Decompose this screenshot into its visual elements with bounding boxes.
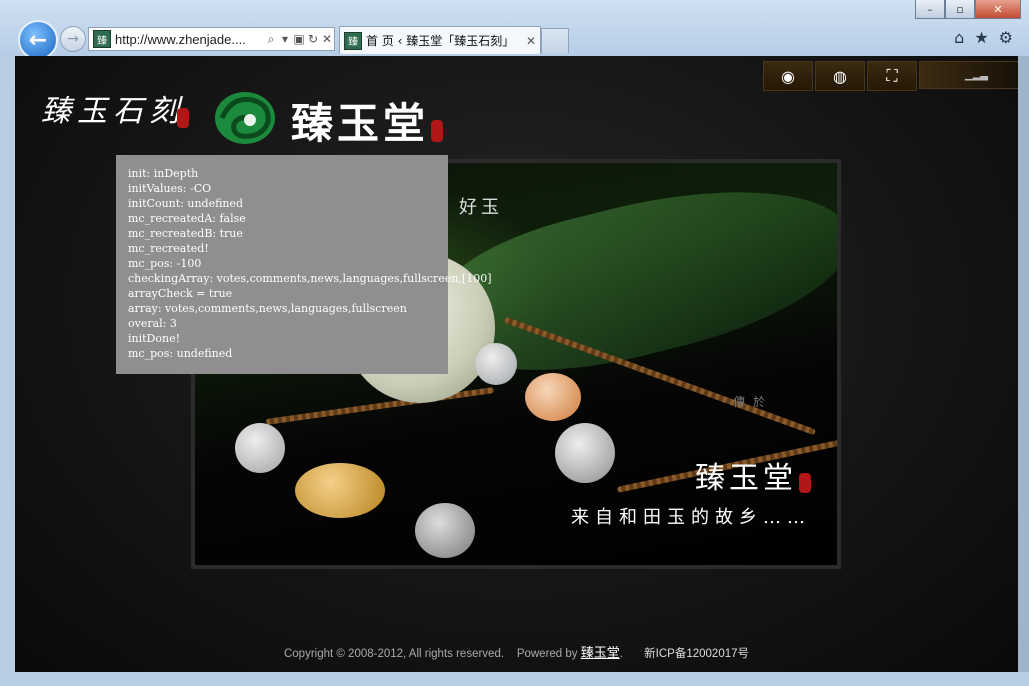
address-bar[interactable]: 臻 http://www.zhenjade.... ⌕ ▾ ▣ ↻ ✕ [88, 27, 335, 51]
brand-left-title: 臻玉石刻 [41, 94, 185, 129]
debug-line: initValues: -CO [128, 182, 212, 195]
back-button[interactable]: ← [18, 20, 58, 60]
debug-line: init: inDepth [128, 167, 199, 180]
dropdown-icon[interactable]: ▾ [278, 32, 292, 46]
new-tab-button[interactable] [541, 28, 569, 53]
debug-line: mc_recreated! [128, 242, 209, 255]
seal-icon [431, 120, 443, 142]
banner-faint-text: 傳 於 [733, 395, 767, 409]
bead [235, 423, 285, 473]
star-icon[interactable]: ★ [974, 28, 988, 47]
forward-button[interactable]: → [60, 26, 86, 52]
volume-bars-icon: ▁▂▃ [964, 69, 988, 81]
banner-small-text: 好玉 [459, 197, 503, 218]
forward-arrow-icon: → [67, 31, 79, 47]
window-frame-bottom [0, 672, 1029, 686]
rss-button[interactable]: ◉ [763, 61, 813, 91]
debug-line: mc_pos: undefined [128, 347, 233, 360]
powered-by-link[interactable]: 臻玉堂 [581, 645, 620, 660]
seal-icon [177, 108, 189, 128]
browser-tab[interactable]: 臻 首 页 ‹ 臻玉堂「臻玉石刻」 ✕ [339, 26, 541, 54]
brand-main-title[interactable]: 臻玉堂 [291, 90, 429, 151]
bead [525, 373, 581, 421]
icp-link[interactable]: 新ICP备12002017号 [644, 648, 749, 660]
globe-icon: ◍ [833, 66, 847, 86]
compat-icon[interactable]: ▣ [292, 32, 306, 46]
bead [295, 463, 385, 518]
footer: Copyright © 2008-2012, All rights reserv… [15, 642, 1018, 661]
banner-slogan: 来自和田玉的故乡…… [571, 507, 811, 528]
tab-favicon-icon: 臻 [344, 31, 362, 50]
maximize-button[interactable]: ▫ [945, 0, 975, 19]
debug-line: overal: 3 [128, 317, 177, 330]
debug-line: mc_recreatedA: false [128, 212, 246, 225]
debug-line: mc_pos: -100 [128, 257, 202, 270]
home-icon[interactable]: ⌂ [954, 28, 964, 47]
debug-line: arrayCheck = true [128, 287, 233, 300]
search-icon[interactable]: ⌕ [264, 32, 278, 47]
debug-line: initCount: undefined [128, 197, 244, 210]
debug-line: array: votes,comments,news,languages,ful… [128, 302, 407, 315]
fullscreen-icon: ⛶ [886, 66, 898, 85]
bead [555, 423, 615, 483]
volume-button[interactable]: ▁▂▃ [919, 61, 1018, 89]
copyright-text: Copyright © 2008-2012, All rights reserv… [283, 648, 505, 660]
address-url[interactable]: http://www.zhenjade.... [115, 32, 264, 47]
site-toolbar: ◉ ◍ ⛶ ▁▂▃ [763, 61, 1018, 91]
window-buttons: – ▫ ✕ [915, 0, 1021, 19]
seal-icon [799, 473, 811, 493]
tab-close-icon[interactable]: ✕ [522, 34, 540, 48]
powered-by-text: Powered by [516, 648, 578, 660]
window-frame-right [1018, 56, 1029, 672]
back-arrow-icon: ← [28, 27, 48, 53]
minimize-button[interactable]: – [915, 0, 945, 19]
globe-button[interactable]: ◍ [815, 61, 865, 91]
footer-period: . [619, 648, 623, 660]
rss-icon: ◉ [781, 66, 795, 86]
stop-icon[interactable]: ✕ [320, 32, 334, 46]
gear-icon[interactable]: ⚙ [999, 28, 1013, 47]
debug-line: mc_recreatedB: true [128, 227, 243, 240]
refresh-icon[interactable]: ↻ [306, 32, 320, 46]
banner-brand: 臻玉堂 [695, 461, 797, 496]
page-content: ◉ ◍ ⛶ ▁▂▃ 臻玉石刻 臻玉堂 好玉 傳 於 臻玉堂 来自和田玉的故乡……… [15, 56, 1018, 672]
logo-icon[interactable] [212, 88, 278, 146]
browser-tools: ⌂ ★ ⚙ [954, 28, 1013, 47]
browser-chrome: – ▫ ✕ ← → 臻 http://www.zhenjade.... ⌕ ▾ … [0, 0, 1029, 60]
fullscreen-button[interactable]: ⛶ [867, 61, 917, 91]
debug-overlay: init: inDepth initValues: -CO initCount:… [116, 155, 492, 374]
close-window-button[interactable]: ✕ [975, 0, 1021, 19]
bead [475, 343, 517, 385]
debug-line: checkingArray: votes,comments,news,langu… [128, 272, 492, 285]
bead [415, 503, 475, 558]
cord-decoration [265, 387, 495, 425]
tab-title: 首 页 ‹ 臻玉堂「臻玉石刻」 [366, 34, 515, 48]
site-favicon-icon: 臻 [93, 30, 111, 48]
debug-line: initDone! [128, 332, 180, 345]
